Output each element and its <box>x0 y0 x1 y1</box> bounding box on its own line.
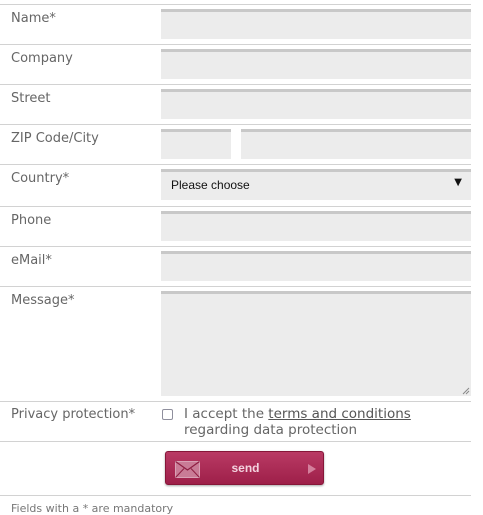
message-textarea[interactable] <box>161 291 471 396</box>
consent-text-after: regarding data protection <box>184 422 358 438</box>
terms-link[interactable]: terms and conditions <box>268 406 411 422</box>
play-arrow-icon <box>308 464 316 474</box>
message-label: Message* <box>11 293 75 308</box>
privacy-label: Privacy protection* <box>11 407 136 422</box>
dropdown-arrow-icon: ▼ <box>454 177 462 188</box>
street-input[interactable] <box>161 89 471 119</box>
country-select-value: Please choose <box>171 178 250 192</box>
company-input[interactable] <box>161 49 471 79</box>
privacy-checkbox[interactable] <box>162 409 173 420</box>
name-label: Name* <box>11 11 56 26</box>
name-input[interactable] <box>161 9 471 39</box>
street-label: Street <box>11 91 51 106</box>
phone-input[interactable] <box>161 211 471 241</box>
phone-label: Phone <box>11 213 52 228</box>
company-label: Company <box>11 51 73 66</box>
email-input[interactable] <box>161 251 471 281</box>
country-label: Country* <box>11 171 70 186</box>
send-button-label: send <box>231 461 260 475</box>
city-input[interactable] <box>241 129 471 159</box>
country-select[interactable]: Please choose ▼ <box>161 169 471 200</box>
email-label: eMail* <box>11 253 52 268</box>
consent-text-before: I accept the <box>184 406 269 422</box>
resize-grip-icon[interactable] <box>462 387 470 395</box>
send-button[interactable]: send <box>165 451 324 485</box>
privacy-consent-text: I accept the terms and conditions regard… <box>184 406 470 438</box>
zip-input[interactable] <box>161 129 231 159</box>
zip-city-label: ZIP Code/City <box>11 131 99 146</box>
